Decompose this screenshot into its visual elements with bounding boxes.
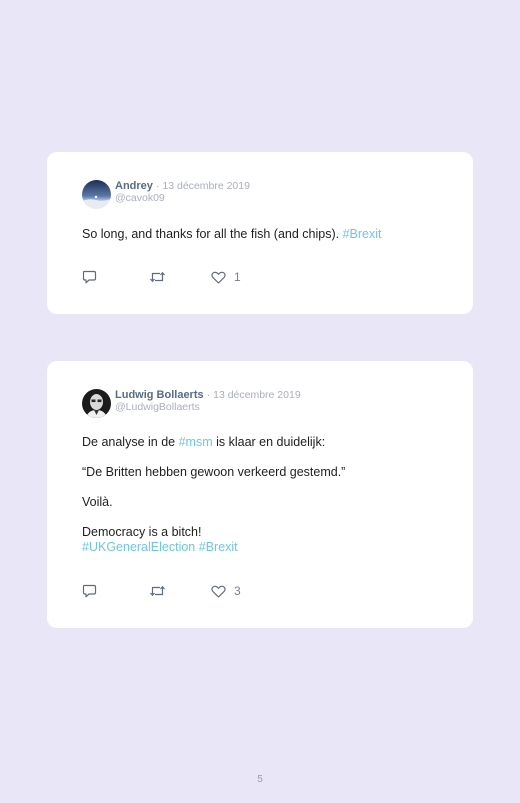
text: Democracy is a bitch! <box>82 525 202 539</box>
reply-button[interactable] <box>82 269 149 285</box>
tweet-actions: 1 <box>82 269 241 285</box>
like-count: 1 <box>234 270 241 284</box>
hashtag-link[interactable]: #Brexit <box>343 227 382 241</box>
heart-icon <box>211 585 226 598</box>
author-handle[interactable]: @LudwigBollaerts <box>115 401 301 413</box>
like-count: 3 <box>234 584 241 598</box>
portrait-avatar-icon <box>82 389 111 418</box>
reply-icon <box>82 584 97 598</box>
retweet-icon <box>150 585 165 597</box>
author-name[interactable]: Andrey <box>115 180 153 192</box>
tweet-actions: 3 <box>82 583 241 599</box>
text: So long, and thanks for all the fish (an… <box>82 227 343 241</box>
hashtag-link[interactable]: #UKGeneralElection <box>82 540 195 554</box>
quote-text: “De Britten hebben gewoon verkeerd geste… <box>82 465 346 479</box>
retweet-button[interactable] <box>149 583 211 599</box>
avatar[interactable] <box>82 389 111 418</box>
retweet-icon <box>150 271 165 283</box>
hashtag-link[interactable]: #msm <box>179 435 213 449</box>
author-handle[interactable]: @cavok09 <box>115 192 250 204</box>
heart-icon <box>211 271 226 284</box>
like-button[interactable]: 1 <box>211 269 241 285</box>
author-name[interactable]: Ludwig Bollaerts <box>115 389 204 401</box>
tweet-text: So long, and thanks for all the fish (an… <box>82 227 442 242</box>
hashtag-link[interactable]: #Brexit <box>199 540 238 554</box>
text: Voilà. <box>82 495 113 509</box>
night-sky-avatar-icon <box>82 180 111 209</box>
tweet-card: Ludwig Bollaerts · 13 décembre 2019 @Lud… <box>47 361 473 628</box>
text: is klaar en duidelijk: <box>212 435 326 449</box>
tweet-header: Ludwig Bollaerts · 13 décembre 2019 @Lud… <box>82 389 301 418</box>
like-button[interactable]: 3 <box>211 583 241 599</box>
tweet-date: · 13 décembre 2019 <box>206 389 301 401</box>
text: De analyse in de <box>82 435 179 449</box>
tweet-date: · 13 décembre 2019 <box>155 180 250 192</box>
retweet-button[interactable] <box>149 269 211 285</box>
tweet-header: Andrey · 13 décembre 2019 @cavok09 <box>82 180 250 209</box>
reply-button[interactable] <box>82 583 149 599</box>
avatar[interactable] <box>82 180 111 209</box>
page-number: 5 <box>257 774 263 785</box>
tweet-card: Andrey · 13 décembre 2019 @cavok09 So lo… <box>47 152 473 314</box>
reply-icon <box>82 270 97 284</box>
tweet-text: De analyse in de #msm is klaar en duidel… <box>82 435 442 555</box>
